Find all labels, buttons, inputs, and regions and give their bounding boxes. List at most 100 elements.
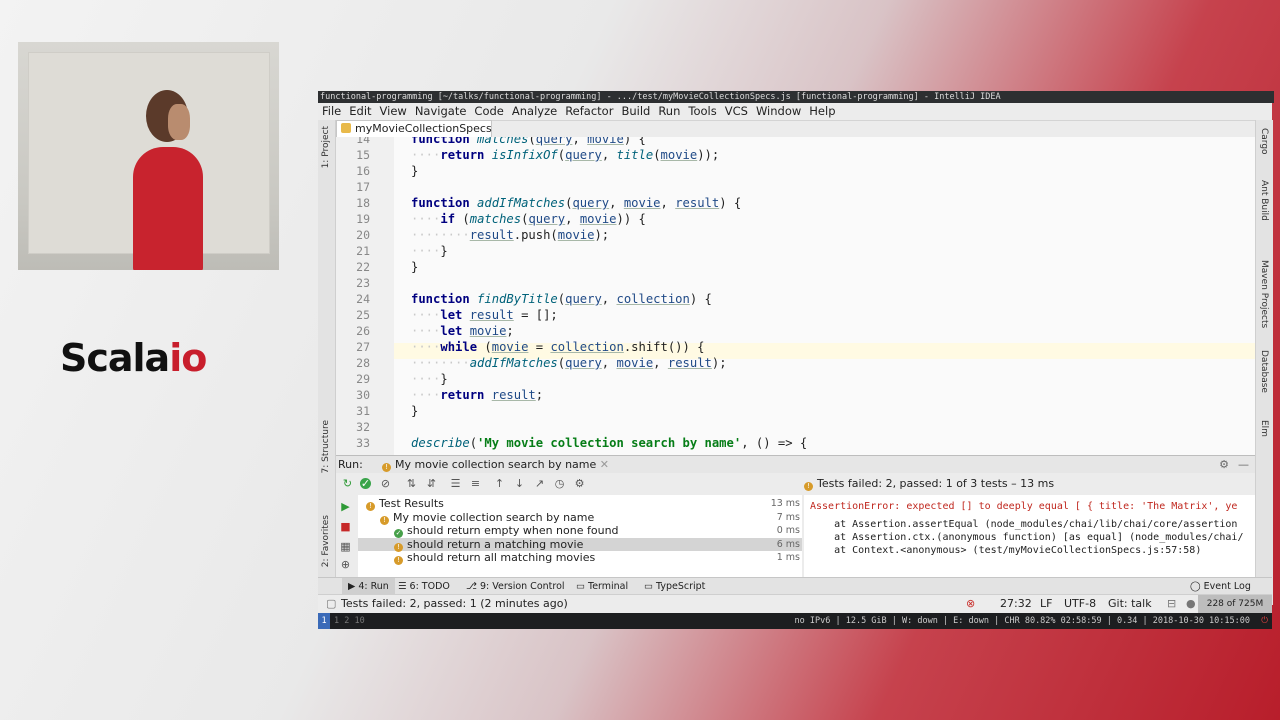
cursor-position[interactable]: 27:32 bbox=[1000, 595, 1032, 613]
export-icon[interactable]: ↗ bbox=[534, 478, 545, 489]
status-toggle-icon[interactable]: ▢ bbox=[326, 595, 336, 613]
code-line[interactable]: 17 bbox=[336, 179, 1255, 195]
menu-item-build[interactable]: Build bbox=[617, 103, 654, 120]
layout-icon[interactable]: ▦ bbox=[340, 541, 351, 552]
inspector-icon[interactable]: ● bbox=[1186, 595, 1196, 613]
workspace-1[interactable]: 1 bbox=[318, 613, 330, 629]
tab-vc-label: 9: Version Control bbox=[479, 581, 565, 592]
code-line[interactable]: 16} bbox=[336, 163, 1255, 179]
tab-event-log[interactable]: ◯ Event Log bbox=[1190, 578, 1251, 595]
test-tree-label: ! Test Results bbox=[366, 497, 444, 511]
menu-item-refactor[interactable]: Refactor bbox=[561, 103, 617, 120]
test-tree-row[interactable]: ! My movie collection search by name 7 ms bbox=[358, 511, 802, 525]
test-name: Test Results bbox=[379, 497, 444, 510]
right-tool-strip: Cargo Ant Build Maven Projects Database … bbox=[1255, 120, 1273, 605]
collapse-all-icon[interactable]: ≡ bbox=[470, 478, 481, 489]
show-ignored-icon[interactable]: ⊘ bbox=[380, 478, 391, 489]
tab-version-control[interactable]: ⎇ 9: Version Control bbox=[466, 578, 565, 595]
code-line[interactable]: 14 function matches(query, movie) { bbox=[336, 137, 1255, 147]
sort-alpha-icon[interactable]: ⇅ bbox=[406, 478, 417, 489]
code-text: function addIfMatches(query, movie, resu… bbox=[411, 196, 742, 210]
run-config-tab[interactable]: ! My movie collection search by name ✕ bbox=[382, 456, 609, 474]
menu-item-window[interactable]: Window bbox=[752, 103, 805, 120]
line-separator[interactable]: LF bbox=[1040, 595, 1052, 613]
git-branch[interactable]: Git: talk bbox=[1108, 595, 1152, 613]
menu-item-analyze[interactable]: Analyze bbox=[508, 103, 561, 120]
code-line[interactable]: 30 ····return result; bbox=[336, 387, 1255, 403]
tool-maven[interactable]: Maven Projects bbox=[1259, 260, 1269, 328]
power-icon[interactable]: ⏻ bbox=[1261, 613, 1268, 629]
code-line[interactable]: 24 function findByTitle(query, collection… bbox=[336, 291, 1255, 307]
tool-database[interactable]: Database bbox=[1259, 350, 1269, 393]
sort-duration-icon[interactable]: ⇵ bbox=[426, 478, 437, 489]
tool-cargo[interactable]: Cargo bbox=[1259, 128, 1269, 155]
system-taskbar: 1 1 2 10 no IPv6 | 12.5 GiB | W: down | … bbox=[318, 613, 1272, 629]
code-line[interactable]: 21 ····} bbox=[336, 243, 1255, 259]
code-line[interactable]: 18 function addIfMatches(query, movie, re… bbox=[336, 195, 1255, 211]
code-line[interactable]: 26 ····let movie; bbox=[336, 323, 1255, 339]
stop-icon[interactable]: ■ bbox=[340, 521, 351, 532]
code-line[interactable]: 27 ····while (movie = collection.shift())… bbox=[336, 339, 1255, 355]
menu-item-tools[interactable]: Tools bbox=[684, 103, 720, 120]
expand-all-icon[interactable]: ☰ bbox=[450, 478, 461, 489]
code-line[interactable]: 19 ····if (matches(query, movie)) { bbox=[336, 211, 1255, 227]
run-icon[interactable]: ▶ bbox=[340, 501, 351, 512]
tool-elm[interactable]: Elm bbox=[1259, 420, 1269, 437]
menu-item-edit[interactable]: Edit bbox=[345, 103, 375, 120]
code-line[interactable]: 28 ········addIfMatches(query, movie, res… bbox=[336, 355, 1255, 371]
lock-icon[interactable]: ⊟ bbox=[1167, 595, 1176, 613]
editor-tab[interactable]: myMovieCollectionSpecs bbox=[336, 120, 492, 137]
test-tree-row[interactable]: ! Test Results 13 ms bbox=[358, 497, 802, 511]
tool-project[interactable]: 1: Project bbox=[321, 126, 331, 168]
menu-item-file[interactable]: File bbox=[318, 103, 345, 120]
code-line[interactable]: 29 ····} bbox=[336, 371, 1255, 387]
tab-terminal[interactable]: ▭ Terminal bbox=[576, 578, 628, 595]
menu-item-navigate[interactable]: Navigate bbox=[411, 103, 471, 120]
test-tree-row[interactable]: ✓ should return empty when none found 0 ms bbox=[358, 524, 802, 538]
assertion-error-line: AssertionError: expected [] to deeply eq… bbox=[810, 501, 1238, 512]
tool-favorites[interactable]: 2: Favorites bbox=[321, 515, 331, 567]
code-line[interactable]: 31} bbox=[336, 403, 1255, 419]
close-icon[interactable]: ✕ bbox=[600, 458, 609, 471]
code-editor[interactable]: 14 function matches(query, movie) {15 ····… bbox=[336, 137, 1255, 455]
gear-icon[interactable]: ⚙ bbox=[1219, 456, 1229, 474]
tab-todo[interactable]: ☰ 6: TODO bbox=[398, 578, 450, 595]
code-line[interactable]: 33 describe('My movie collection search b… bbox=[336, 435, 1255, 451]
line-number: 30 bbox=[356, 388, 370, 402]
history-icon[interactable]: ◷ bbox=[554, 478, 565, 489]
notification-icon[interactable]: ⊗ bbox=[966, 595, 975, 613]
file-encoding[interactable]: UTF-8 bbox=[1064, 595, 1096, 613]
tool-ant-build[interactable]: Ant Build bbox=[1259, 180, 1269, 221]
menu-bar: File Edit View Navigate Code Analyze Refactor B… bbox=[318, 103, 1272, 121]
hide-panel-icon[interactable]: — bbox=[1238, 456, 1249, 474]
code-line[interactable]: 20 ········result.push(movie); bbox=[336, 227, 1255, 243]
run-label: Run: bbox=[338, 458, 363, 471]
test-tree-row[interactable]: ! should return all matching movies 1 ms bbox=[358, 551, 802, 565]
rerun-icon[interactable]: ↻ bbox=[342, 478, 353, 489]
menu-item-run[interactable]: Run bbox=[654, 103, 684, 120]
menu-item-code[interactable]: Code bbox=[470, 103, 507, 120]
menu-item-help[interactable]: Help bbox=[805, 103, 839, 120]
test-tree-row[interactable]: ! should return a matching movie 6 ms bbox=[358, 537, 802, 552]
code-line[interactable]: 25 ····let result = []; bbox=[336, 307, 1255, 323]
code-line[interactable]: 32 bbox=[336, 419, 1255, 435]
prev-failed-icon[interactable]: ↑ bbox=[494, 478, 505, 489]
code-text: describe('My movie collection search by … bbox=[411, 436, 808, 450]
pin-icon[interactable]: ⊕ bbox=[340, 559, 351, 570]
code-line[interactable]: 22} bbox=[336, 259, 1255, 275]
window-title: functional-programming [~/talks/function… bbox=[318, 91, 1274, 103]
tool-structure[interactable]: 7: Structure bbox=[321, 420, 331, 474]
code-line[interactable]: 15 ····return isInfixOf(query, title(movi… bbox=[336, 147, 1255, 163]
show-passed-icon[interactable]: ✓ bbox=[360, 478, 371, 489]
test-tree-label: ! My movie collection search by name bbox=[380, 511, 594, 525]
code-line[interactable]: 23 bbox=[336, 275, 1255, 291]
settings-icon[interactable]: ⚙ bbox=[574, 478, 585, 489]
memory-indicator[interactable]: 228 of 725M bbox=[1198, 595, 1272, 613]
next-failed-icon[interactable]: ↓ bbox=[514, 478, 525, 489]
menu-item-view[interactable]: View bbox=[376, 103, 411, 120]
tab-run[interactable]: ▶ 4: Run bbox=[342, 578, 395, 595]
tab-typescript[interactable]: ▭ TypeScript bbox=[644, 578, 705, 595]
menu-item-vcs[interactable]: VCS bbox=[721, 103, 752, 120]
tab-event-log-label: Event Log bbox=[1203, 581, 1251, 592]
test-output-console[interactable]: AssertionError: expected [] to deeply eq… bbox=[804, 495, 1255, 577]
